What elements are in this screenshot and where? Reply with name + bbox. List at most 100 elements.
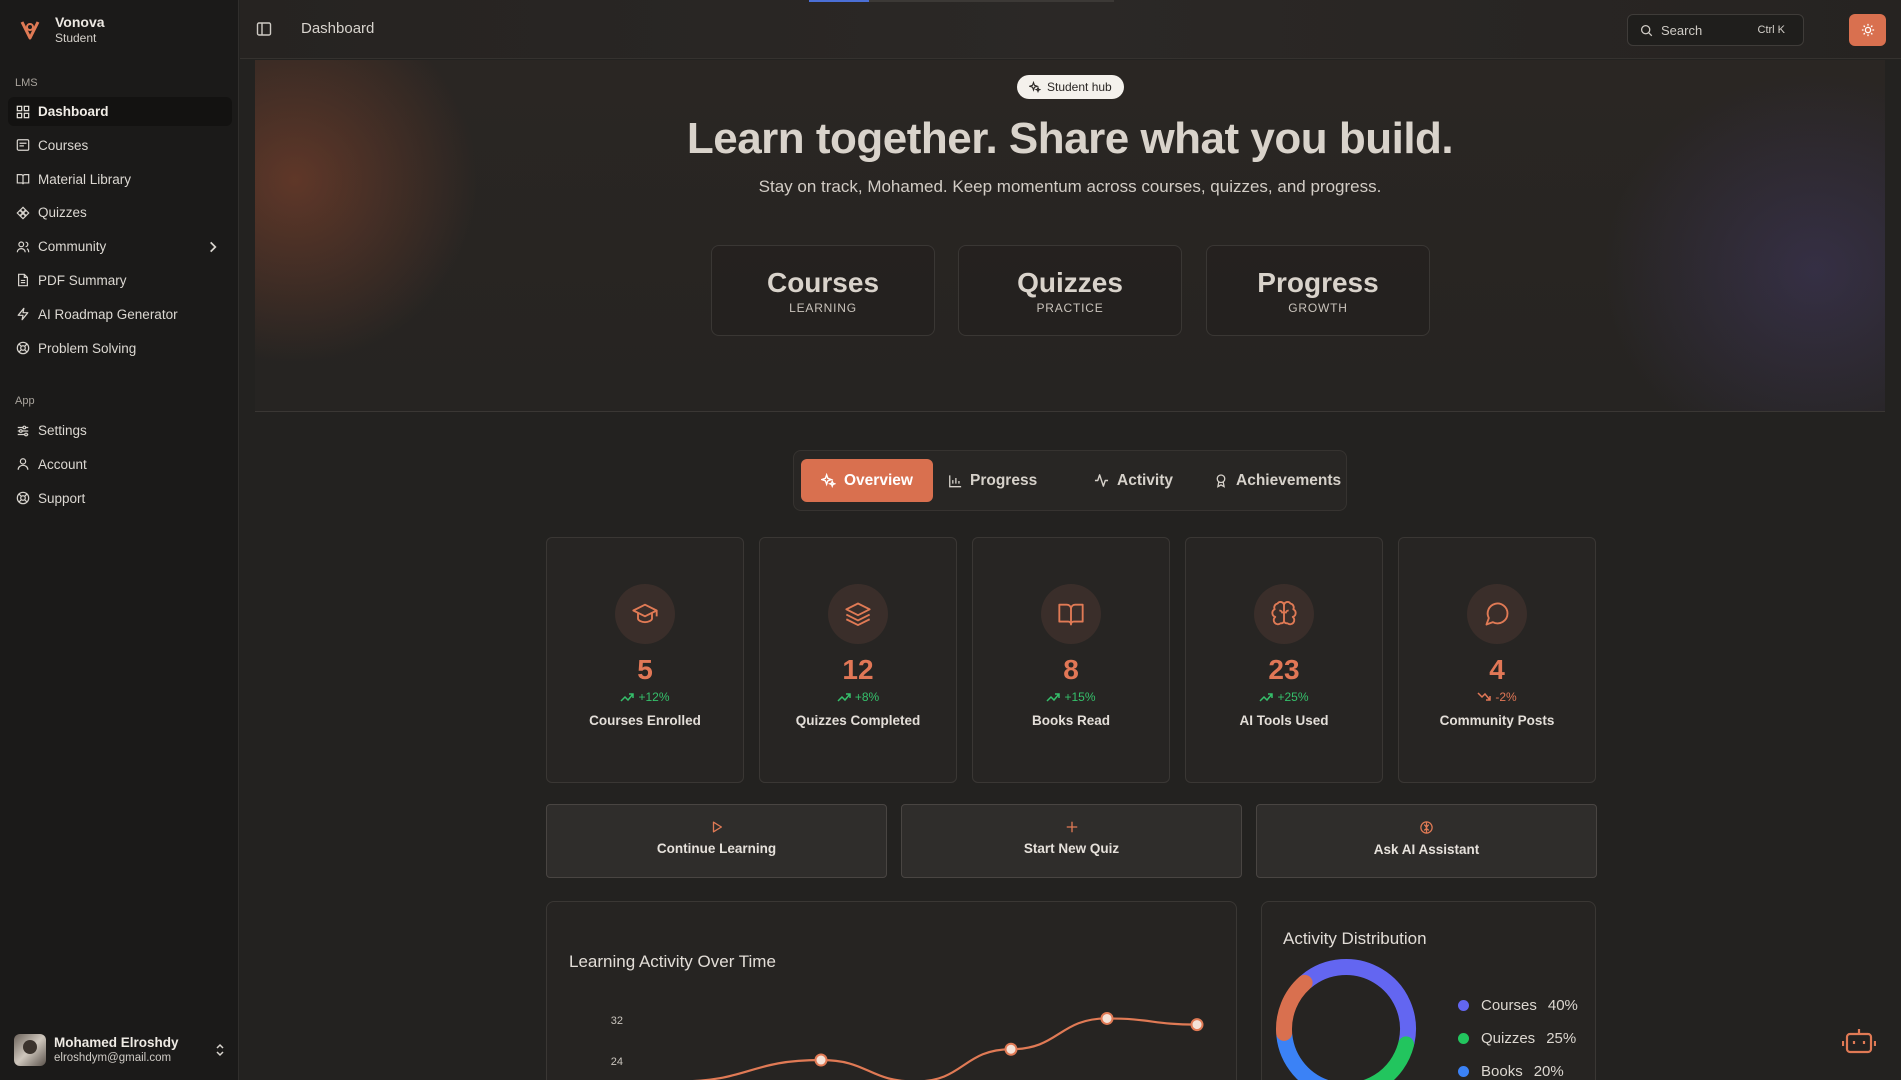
- top-progress-indicator: [809, 0, 869, 2]
- search-icon: [1640, 24, 1653, 36]
- stat-label: Community Posts: [1439, 713, 1555, 728]
- stat-value: 5: [637, 654, 653, 685]
- sidebar-toggle-icon: [256, 22, 272, 36]
- top-header: Dashboard Search Ctrl K: [240, 0, 1901, 59]
- hero-card-courses[interactable]: Courses LEARNING: [711, 245, 935, 336]
- hero-card-title: Progress: [1257, 267, 1379, 298]
- support-icon: [16, 491, 30, 505]
- legend-dot: [1458, 1033, 1469, 1044]
- sidebar: Vonova Student LMS Dashboard Courses Mat…: [0, 0, 239, 1080]
- donut-slice[interactable]: [1298, 959, 1416, 1051]
- tab-progress[interactable]: Progress: [928, 459, 1057, 502]
- book-icon: [16, 174, 30, 185]
- hero-card-title: Courses: [766, 267, 880, 298]
- stat-delta-value: +15%: [1064, 690, 1096, 704]
- brand[interactable]: Vonova Student: [16, 14, 105, 46]
- tab-label: Achievements: [1236, 471, 1342, 489]
- donut-slice[interactable]: [1333, 1036, 1415, 1080]
- sidebar-item-quizzes[interactable]: Quizzes: [8, 198, 232, 227]
- chevrons-up-down-icon: [216, 1043, 224, 1057]
- user-menu[interactable]: Mohamed Elroshdy elroshdym@gmail.com: [14, 1034, 226, 1066]
- sidebar-item-label: Quizzes: [38, 205, 87, 221]
- sidebar-item-label: Settings: [38, 423, 87, 438]
- search-input[interactable]: Search Ctrl K: [1627, 14, 1804, 46]
- activity-point[interactable]: [814, 1053, 828, 1067]
- lms-nav: Dashboard Courses Material Library Quizz…: [8, 97, 232, 367]
- activity-line: [693, 1017, 1198, 1080]
- play-icon: [712, 821, 722, 833]
- dashboard-tabs: Overview Progress Activity Achievements: [793, 450, 1347, 511]
- sidebar-item-problem-solving[interactable]: Problem Solving: [8, 334, 232, 363]
- stat-icon-wrapper: [1254, 584, 1314, 644]
- sidebar-item-account[interactable]: Account: [8, 450, 232, 479]
- activity-point[interactable]: [1004, 1042, 1018, 1056]
- ai-chatbot-button[interactable]: [1841, 1026, 1877, 1061]
- stat-delta-value: -2%: [1495, 690, 1517, 704]
- tab-activity[interactable]: Activity: [1074, 459, 1193, 502]
- sparkles-icon: [1029, 81, 1041, 93]
- hero-card-title: Quizzes: [1017, 267, 1123, 298]
- stat-value: 8: [1063, 654, 1079, 685]
- sidebar-toggle-button[interactable]: [256, 21, 272, 42]
- hero-card-quizzes[interactable]: Quizzes PRACTICE: [958, 245, 1182, 336]
- donut-slice[interactable]: [1276, 974, 1313, 1041]
- trending-up-icon: [837, 693, 851, 702]
- legend-value: 40%: [1547, 997, 1578, 1014]
- sidebar-item-material-library[interactable]: Material Library: [8, 165, 232, 194]
- sidebar-item-community[interactable]: Community: [8, 232, 232, 261]
- search-label: Search: [1661, 22, 1703, 38]
- activity-icon: [1094, 474, 1109, 487]
- sidebar-item-support[interactable]: Support: [8, 484, 232, 513]
- legend-label: Quizzes: [1481, 1030, 1536, 1047]
- tab-achievements[interactable]: Achievements: [1194, 459, 1361, 502]
- ask-ai-assistant-button[interactable]: Ask AI Assistant: [1256, 804, 1597, 878]
- activity-distribution-chart: [1276, 959, 1416, 1080]
- sparkles-icon: [821, 473, 836, 488]
- trending-up-icon: [1259, 693, 1274, 702]
- hero-card-progress[interactable]: Progress GROWTH: [1206, 245, 1430, 336]
- activity-distribution-panel: Activity Distribution Courses 40% Quizze…: [1261, 901, 1596, 1080]
- sidebar-item-label: PDF Summary: [38, 272, 127, 288]
- stat-delta: -2%: [1399, 690, 1595, 704]
- brain-icon: [1271, 601, 1297, 626]
- plus-icon: [1066, 821, 1077, 833]
- page-title: Dashboard: [301, 20, 375, 37]
- sidebar-item-label: Support: [38, 490, 86, 506]
- stat-card-books-read: 8 +15% Books Read: [972, 537, 1170, 783]
- courses-icon: [16, 139, 30, 152]
- start-new-quiz-button[interactable]: Start New Quiz: [901, 804, 1242, 878]
- tab-label: Overview: [844, 471, 913, 489]
- stat-icon-wrapper: [615, 584, 675, 644]
- sidebar-item-pdf-summary[interactable]: PDF Summary: [8, 266, 232, 295]
- hero-section: Student hub Learn together. Share what y…: [255, 60, 1885, 412]
- stat-value: 4: [1489, 654, 1505, 685]
- sidebar-item-settings[interactable]: Settings: [8, 416, 232, 445]
- sidebar-item-courses[interactable]: Courses: [8, 131, 232, 160]
- theme-toggle-button[interactable]: [1849, 14, 1886, 46]
- stat-card-quizzes-completed: 12 +8% Quizzes Completed: [759, 537, 957, 783]
- stat-delta: +8%: [760, 690, 956, 704]
- continue-learning-button[interactable]: Continue Learning: [546, 804, 887, 878]
- tab-overview[interactable]: Overview: [801, 459, 933, 502]
- y-tick-label: 32: [611, 1015, 623, 1027]
- lifebuoy-icon: [16, 341, 30, 355]
- hero-subtitle: Stay on track, Mohamed. Keep momentum ac…: [758, 177, 1382, 196]
- bot-icon: [1841, 1029, 1877, 1054]
- stat-delta-value: +12%: [638, 690, 670, 704]
- sidebar-item-dashboard[interactable]: Dashboard: [8, 97, 232, 126]
- activity-point[interactable]: [1190, 1018, 1204, 1032]
- activity-point[interactable]: [1100, 1011, 1114, 1025]
- donut-slice[interactable]: [1276, 1027, 1330, 1080]
- users-icon: [16, 241, 30, 252]
- legend-dot: [1458, 1000, 1469, 1011]
- sidebar-item-ai-roadmap-generator[interactable]: AI Roadmap Generator: [8, 300, 232, 329]
- learning-activity-chart: 32 24: [611, 1011, 1204, 1080]
- stat-icon-wrapper: [1041, 584, 1101, 644]
- sidebar-item-label: Material Library: [38, 171, 132, 187]
- legend-label: Courses: [1481, 997, 1537, 1014]
- sidebar-item-label: Dashboard: [38, 104, 109, 119]
- open-book-icon: [1058, 603, 1084, 626]
- sidebar-item-label: Community: [38, 239, 107, 255]
- search-shortcut: Ctrl K: [1757, 24, 1786, 36]
- hero-card-subtitle: GROWTH: [1288, 301, 1348, 315]
